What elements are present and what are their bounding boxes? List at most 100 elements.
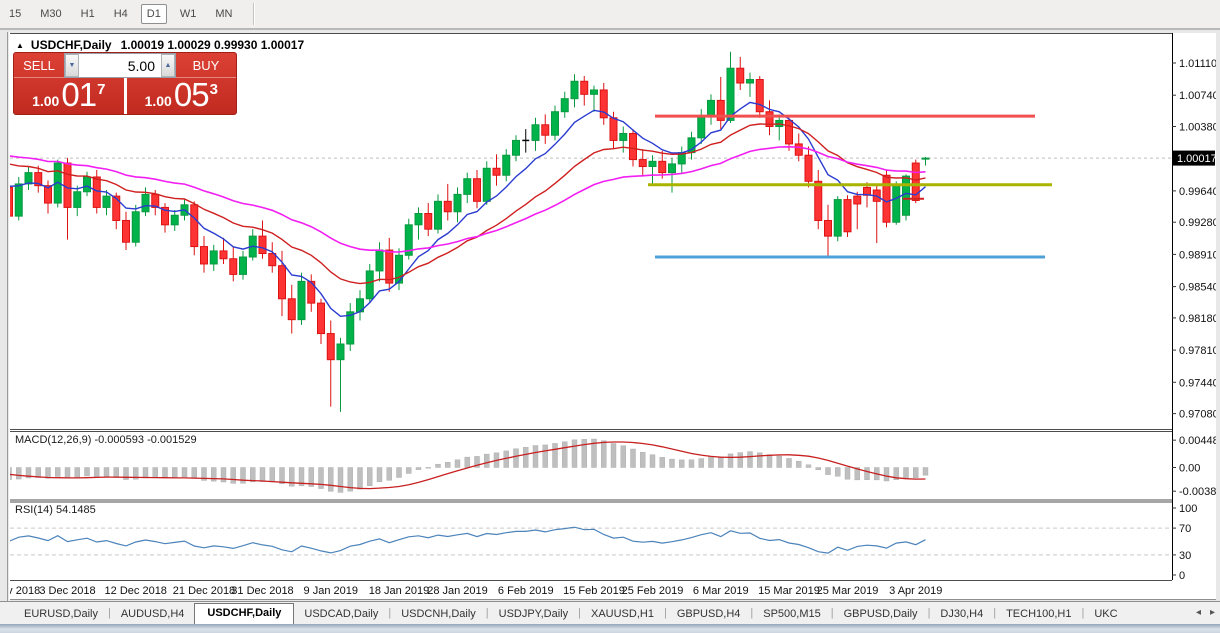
window-bottom-edge (0, 624, 1220, 633)
rsi-axis-label: 100 (1179, 503, 1197, 515)
candle (337, 338, 344, 412)
candle (532, 118, 539, 151)
buy-price-display[interactable]: 1.00053 (127, 78, 237, 114)
candle (620, 127, 627, 153)
candle (639, 149, 646, 175)
macd-axis-label: -0.003883 (1179, 486, 1216, 498)
scroll-tabs-right-icon[interactable]: ▸ (1210, 607, 1215, 618)
chart-ohlc-values: 1.00019 1.00029 0.99930 1.00017 (121, 38, 305, 52)
chart-tab-audusd-h4[interactable]: AUDUSD,H4 (111, 605, 195, 624)
candle (717, 77, 724, 129)
sell-button[interactable]: SELL (14, 53, 64, 78)
indicator-axes[interactable]: 0.0044870.00-0.00388310070300 (1172, 435, 1216, 582)
candle (318, 299, 325, 344)
rsi-indicator-label: RSI(14) 54.1485 (15, 504, 96, 516)
price-axis-label: 1.00380 (1179, 122, 1216, 134)
timeframe-button-w1[interactable]: W1 (174, 4, 203, 24)
price-axis-label: 0.99640 (1179, 186, 1216, 198)
candle (854, 192, 861, 229)
current-price-tag: 1.00017 (1173, 151, 1216, 166)
timeframe-button-15[interactable]: 15 (3, 4, 27, 24)
window-left-border (7, 32, 8, 601)
candle (766, 100, 773, 135)
candle (298, 273, 305, 325)
timeframe-button-d1[interactable]: D1 (141, 4, 167, 24)
timeframe-button-h1[interactable]: H1 (75, 4, 101, 24)
candle (405, 219, 412, 260)
buy-price-pip-digit: 3 (210, 81, 218, 98)
candle (747, 73, 754, 97)
candle (74, 186, 81, 216)
candle (415, 207, 422, 239)
one-click-trading-panel: SELL ▼ ▲ BUY 1.00017 1.00053 (13, 52, 237, 115)
candle (210, 245, 217, 271)
chart-canvas[interactable]: 1.011101.007401.003800.996400.992800.989… (10, 33, 1216, 600)
candle (786, 118, 793, 151)
chart-tab-gbpusd-daily[interactable]: GBPUSD,Daily (834, 605, 928, 624)
buy-button[interactable]: BUY (176, 53, 236, 78)
candle (922, 157, 929, 166)
price-axis[interactable]: 1.011101.007401.003800.996400.992800.989… (1172, 58, 1216, 421)
candle (288, 285, 295, 334)
candle (552, 106, 559, 141)
candle (269, 242, 276, 272)
price-axis-label: 0.99280 (1179, 217, 1216, 229)
candle (425, 203, 432, 236)
sell-price-display[interactable]: 1.00017 (14, 78, 124, 114)
chart-title: ▲USDCHF,Daily1.00019 1.00029 0.99930 1.0… (16, 38, 304, 52)
candle (522, 129, 529, 152)
candle (201, 236, 208, 273)
chart-tab-usdcad-daily[interactable]: USDCAD,Daily (294, 605, 388, 624)
candle (834, 196, 841, 241)
candle (444, 184, 451, 221)
date-axis-label: 31 Dec 2018 (231, 585, 293, 597)
timeframe-button-mn[interactable]: MN (209, 4, 238, 24)
candle (737, 57, 744, 90)
date-axis[interactable]: 23 Nov 20183 Dec 201812 Dec 201821 Dec 2… (10, 585, 942, 597)
horizontal-lines-layer (648, 116, 1052, 257)
candle (756, 76, 763, 118)
chart-tab-usdcnh-daily[interactable]: USDCNH,Daily (391, 605, 486, 624)
chart-tab-gbpusd-h4[interactable]: GBPUSD,H4 (667, 605, 751, 624)
candle (825, 205, 832, 257)
chart-tab-sp500-m15[interactable]: SP500,M15 (753, 605, 830, 624)
candle (571, 74, 578, 107)
date-axis-label: 9 Jan 2019 (304, 585, 358, 597)
candle (308, 274, 315, 311)
candle (357, 290, 364, 320)
candle (249, 229, 256, 260)
volume-input[interactable] (79, 54, 161, 77)
date-axis-label: 23 Nov 2018 (10, 585, 40, 597)
candle (883, 170, 890, 227)
volume-increase-button[interactable]: ▲ (161, 54, 175, 77)
candle (454, 187, 461, 222)
candle (483, 161, 490, 205)
date-axis-label: 6 Mar 2019 (693, 585, 749, 597)
timeframe-button-group: 15 M30 H1 H4 D1 W1 MN (3, 4, 245, 24)
date-axis-label: 18 Jan 2019 (369, 585, 430, 597)
timeframe-button-m30[interactable]: M30 (34, 4, 67, 24)
chart-tab-xauusd-h1[interactable]: XAUUSD,H1 (581, 605, 664, 624)
chart-tab-usdjpy-daily[interactable]: USDJPY,Daily (489, 605, 579, 624)
candle (893, 181, 900, 225)
price-axis-label: 1.00740 (1179, 90, 1216, 102)
caret-down-icon: ▼ (69, 62, 76, 69)
candle (776, 114, 783, 140)
chart-tab-dj30-h4[interactable]: DJ30,H4 (930, 605, 993, 624)
collapse-chart-icon[interactable]: ▲ (16, 41, 24, 50)
candle (64, 158, 71, 240)
chart-tab-usdchf-daily[interactable]: USDCHF,Daily (194, 603, 294, 624)
svg-text:1.00017: 1.00017 (1177, 153, 1216, 165)
candle (698, 109, 705, 144)
rsi-axis-label: 0 (1179, 570, 1185, 582)
timeframe-button-h4[interactable]: H4 (108, 4, 134, 24)
scroll-tabs-left-icon[interactable]: ◂ (1196, 607, 1201, 618)
volume-decrease-button[interactable]: ▼ (65, 54, 79, 77)
date-axis-label: 25 Feb 2019 (622, 585, 684, 597)
candle (25, 167, 32, 190)
date-axis-label: 25 Mar 2019 (817, 585, 879, 597)
chart-tab-tech100-h1[interactable]: TECH100,H1 (996, 605, 1081, 624)
chart-tab-ukc[interactable]: UKC (1084, 605, 1127, 624)
chart-tab-eurusd-daily[interactable]: EURUSD,Daily (14, 605, 108, 624)
candle (649, 155, 656, 185)
